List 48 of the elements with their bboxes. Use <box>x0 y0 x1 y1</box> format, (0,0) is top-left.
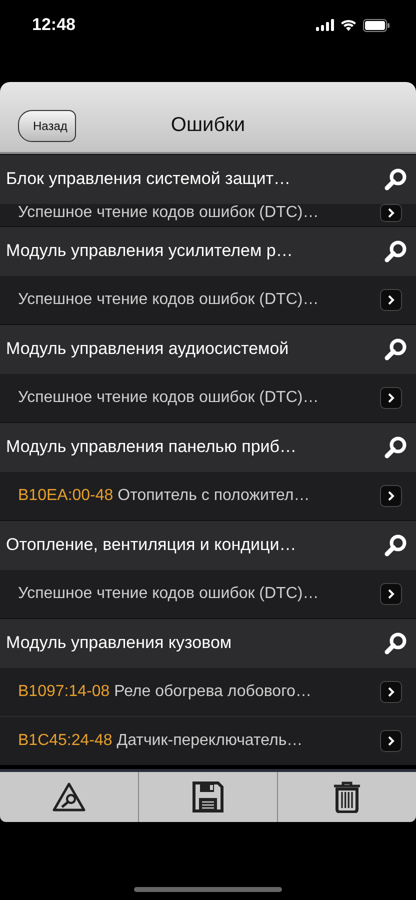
save-icon <box>192 781 224 813</box>
module-name: Модуль управления усилителем р… <box>6 241 293 261</box>
module-row[interactable]: Модуль управления усилителем р… <box>0 226 416 275</box>
module-row[interactable]: Отопление, вентиляция и кондици… <box>0 520 416 569</box>
result-text: B1C45:24-48 Датчик-переключатель… <box>18 732 303 750</box>
result-text: Успешное чтение кодов ошибок (DTC)… <box>18 291 319 309</box>
result-text: Успешное чтение кодов ошибок (DTC)… <box>18 204 319 222</box>
search-icon[interactable] <box>384 239 408 263</box>
module-name: Модуль управления аудиосистемой <box>6 339 289 359</box>
module-row[interactable]: Блок управления системой защит… <box>0 154 416 203</box>
result-text: B10EA:00-48 Отопитель с положител… <box>18 487 310 505</box>
chevron-icon <box>387 736 395 746</box>
module-name: Отопление, вентиляция и кондици… <box>6 535 296 555</box>
search-icon[interactable] <box>384 435 408 459</box>
module-row[interactable]: Модуль управления кузовом <box>0 618 416 667</box>
result-text: Успешное чтение кодов ошибок (DTC)… <box>18 389 319 407</box>
module-name: Модуль управления панелью приб… <box>6 437 297 457</box>
detail-button[interactable] <box>380 289 402 311</box>
warning-search-icon <box>52 782 86 812</box>
chevron-icon <box>387 589 395 599</box>
trash-icon <box>332 781 362 813</box>
result-text: Успешное чтение кодов ошибок (DTC)… <box>18 585 319 603</box>
result-text: B1097:14-08 Реле обогрева лобового… <box>18 683 312 701</box>
module-row[interactable]: Модуль управления панелью приб… <box>0 422 416 471</box>
detail-button[interactable] <box>380 583 402 605</box>
chevron-icon <box>387 491 395 501</box>
status-time: 12:48 <box>32 15 76 35</box>
chevron-icon <box>387 687 395 697</box>
chevron-icon <box>387 393 395 403</box>
chevron-icon <box>387 208 395 218</box>
wifi-icon <box>340 19 357 31</box>
detail-button[interactable] <box>380 485 402 507</box>
module-row[interactable]: Модуль управления аудиосистемой <box>0 324 416 373</box>
search-icon[interactable] <box>384 337 408 361</box>
screen-title: Ошибки <box>170 114 246 137</box>
detail-button[interactable] <box>380 730 402 752</box>
module-name: Модуль управления кузовом <box>6 633 232 653</box>
back-button[interactable]: Назад <box>18 110 76 142</box>
signal-icon <box>316 19 334 31</box>
battery-icon <box>363 18 390 32</box>
search-icon[interactable] <box>384 167 408 191</box>
detail-button[interactable] <box>380 681 402 703</box>
search-icon[interactable] <box>384 631 408 655</box>
module-name: Блок управления системой защит… <box>6 169 291 189</box>
chevron-icon <box>387 295 395 305</box>
detail-button[interactable] <box>380 204 402 222</box>
detail-button[interactable] <box>380 387 402 409</box>
search-icon[interactable] <box>384 533 408 557</box>
